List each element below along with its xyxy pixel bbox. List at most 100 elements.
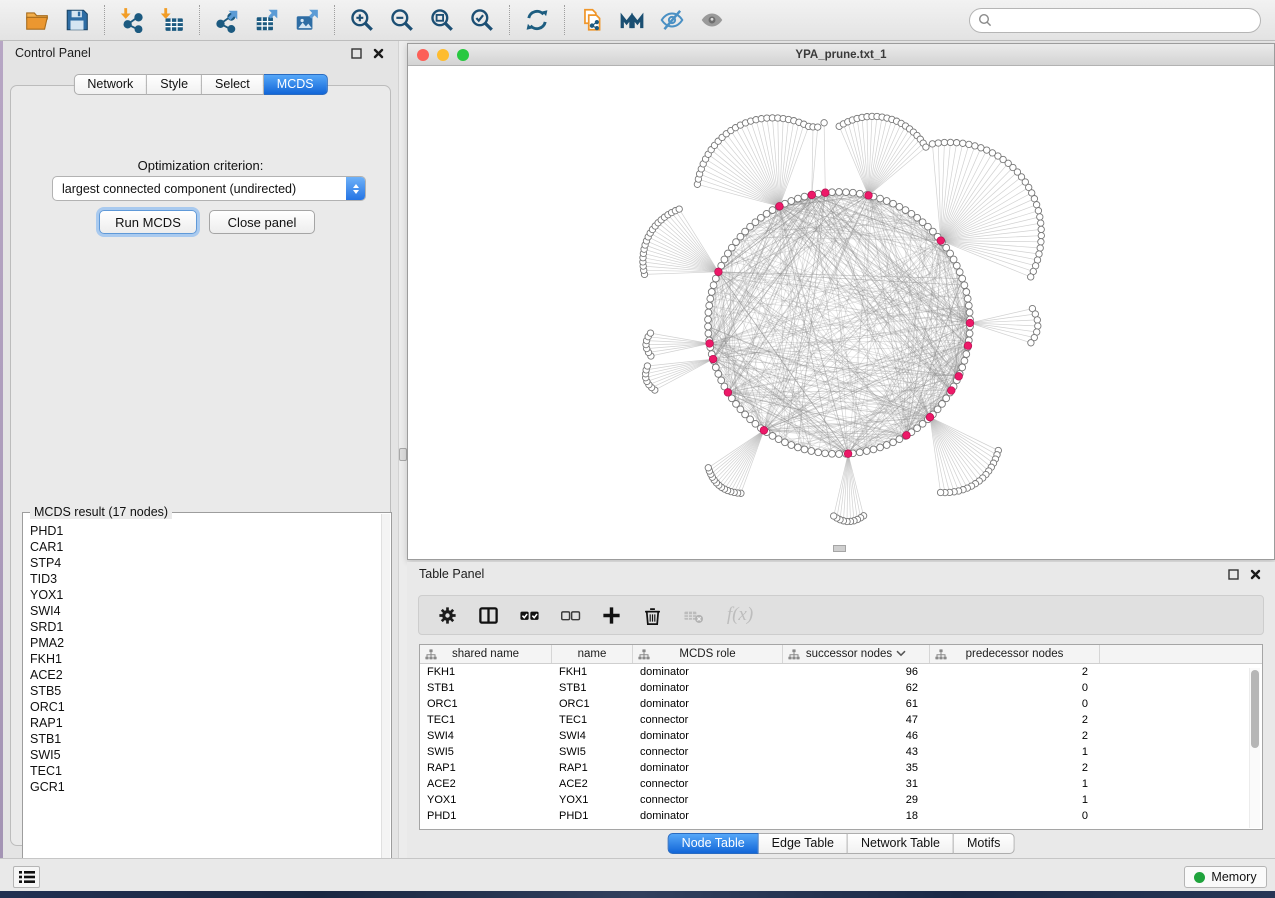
network-leaf-node[interactable] bbox=[1032, 311, 1038, 317]
network-node[interactable] bbox=[896, 436, 903, 443]
network-node[interactable] bbox=[964, 295, 971, 302]
network-leaf-node[interactable] bbox=[1037, 245, 1043, 251]
maximize-window-icon[interactable] bbox=[457, 49, 469, 61]
network-leaf-node[interactable] bbox=[1038, 226, 1044, 232]
column-header-successor-nodes[interactable]: successor nodes bbox=[783, 645, 930, 663]
mcds-result-item[interactable]: CAR1 bbox=[23, 539, 380, 555]
table-row[interactable]: ACE2ACE2connector311 bbox=[420, 776, 1262, 792]
network-node[interactable] bbox=[863, 448, 870, 455]
control-tab-network[interactable]: Network bbox=[73, 74, 147, 95]
column-header-name[interactable]: name bbox=[552, 645, 633, 663]
network-leaf-node[interactable] bbox=[929, 141, 935, 147]
network-leaf-node[interactable] bbox=[923, 144, 929, 150]
network-leaf-node[interactable] bbox=[831, 513, 837, 519]
network-leaf-node[interactable] bbox=[935, 140, 941, 146]
mcds-result-item[interactable]: SRD1 bbox=[23, 619, 380, 635]
network-leaf-node[interactable] bbox=[953, 140, 959, 146]
zoom-selected-icon[interactable] bbox=[467, 5, 497, 35]
network-node[interactable] bbox=[890, 439, 897, 446]
mcds-result-item[interactable]: ORC1 bbox=[23, 699, 380, 715]
network-node[interactable] bbox=[836, 189, 843, 196]
network-node[interactable] bbox=[856, 449, 863, 456]
mcds-hub-node[interactable] bbox=[706, 340, 714, 348]
network-node[interactable] bbox=[961, 282, 968, 289]
network-node[interactable] bbox=[959, 275, 966, 282]
network-node[interactable] bbox=[705, 330, 712, 337]
network-node[interactable] bbox=[843, 189, 850, 196]
network-leaf-node[interactable] bbox=[972, 143, 978, 149]
minimize-window-icon[interactable] bbox=[437, 49, 449, 61]
table-tab-node-table[interactable]: Node Table bbox=[668, 833, 759, 854]
network-node[interactable] bbox=[707, 295, 714, 302]
network-node[interactable] bbox=[966, 309, 973, 316]
network-leaf-node[interactable] bbox=[1035, 323, 1041, 329]
mcds-result-item[interactable]: YOX1 bbox=[23, 587, 380, 603]
mcds-hub-node[interactable] bbox=[709, 355, 717, 363]
network-node[interactable] bbox=[718, 377, 725, 384]
table-row[interactable]: TEC1TEC1connector472 bbox=[420, 712, 1262, 728]
network-leaf-node[interactable] bbox=[705, 465, 711, 471]
mcds-hub-node[interactable] bbox=[903, 432, 911, 440]
mcds-hub-node[interactable] bbox=[926, 413, 934, 421]
network-leaf-node[interactable] bbox=[1031, 196, 1037, 202]
table-row[interactable]: PHD1PHD1dominator180 bbox=[420, 808, 1262, 824]
mcds-hub-node[interactable] bbox=[865, 192, 873, 200]
table-scrollbar-thumb[interactable] bbox=[1251, 670, 1259, 748]
mcds-result-item[interactable]: ACE2 bbox=[23, 667, 380, 683]
network-node[interactable] bbox=[953, 262, 960, 269]
network-node[interactable] bbox=[877, 444, 884, 451]
column-header-MCDS-role[interactable]: MCDS role bbox=[633, 645, 783, 663]
delete-row-icon[interactable] bbox=[640, 603, 664, 627]
network-node[interactable] bbox=[801, 193, 808, 200]
network-node[interactable] bbox=[956, 269, 963, 276]
mcds-result-item[interactable]: PHD1 bbox=[23, 523, 380, 539]
zoom-out-icon[interactable] bbox=[387, 5, 417, 35]
network-leaf-node[interactable] bbox=[1038, 239, 1044, 245]
table-row[interactable]: SWI4SWI4dominator462 bbox=[420, 728, 1262, 744]
close-panel-button[interactable]: Close panel bbox=[209, 210, 315, 234]
network-node[interactable] bbox=[870, 446, 877, 453]
mcds-hub-node[interactable] bbox=[937, 237, 945, 245]
table-tab-network-table[interactable]: Network Table bbox=[848, 833, 954, 854]
mcds-hub-node[interactable] bbox=[844, 450, 852, 458]
network-leaf-node[interactable] bbox=[644, 363, 650, 369]
network-node[interactable] bbox=[801, 446, 808, 453]
mcds-result-item[interactable]: STP4 bbox=[23, 555, 380, 571]
network-node[interactable] bbox=[815, 449, 822, 456]
network-node[interactable] bbox=[710, 282, 717, 289]
control-tab-style[interactable]: Style bbox=[147, 74, 202, 95]
network-node[interactable] bbox=[850, 189, 857, 196]
network-leaf-node[interactable] bbox=[676, 206, 682, 212]
network-leaf-node[interactable] bbox=[966, 141, 972, 147]
network-node[interactable] bbox=[708, 289, 715, 296]
table-scrollbar[interactable] bbox=[1249, 668, 1260, 828]
table-row[interactable]: STB1STB1dominator620 bbox=[420, 680, 1262, 696]
export-network-icon[interactable] bbox=[212, 5, 242, 35]
mcds-result-item[interactable]: SWI5 bbox=[23, 747, 380, 763]
import-table-icon[interactable] bbox=[157, 5, 187, 35]
refresh-view-icon[interactable] bbox=[522, 5, 552, 35]
network-leaf-node[interactable] bbox=[947, 139, 953, 145]
network-node[interactable] bbox=[808, 448, 815, 455]
network-node[interactable] bbox=[890, 200, 897, 207]
control-tab-select[interactable]: Select bbox=[202, 74, 264, 95]
network-node[interactable] bbox=[877, 195, 884, 202]
mcds-hub-node[interactable] bbox=[724, 389, 732, 397]
canvas-scroll-handle[interactable] bbox=[833, 545, 846, 552]
network-node[interactable] bbox=[965, 302, 972, 309]
network-node[interactable] bbox=[705, 316, 712, 323]
mcds-hub-node[interactable] bbox=[964, 342, 972, 350]
mcds-list-scrollbar[interactable] bbox=[381, 514, 390, 882]
network-node[interactable] bbox=[712, 275, 719, 282]
splitter-handle[interactable] bbox=[399, 448, 407, 461]
select-all-icon[interactable] bbox=[517, 603, 541, 627]
network-node[interactable] bbox=[963, 289, 970, 296]
mcds-result-item[interactable]: GCR1 bbox=[23, 779, 380, 795]
column-header-predecessor-nodes[interactable]: predecessor nodes bbox=[930, 645, 1100, 663]
network-node[interactable] bbox=[788, 442, 795, 449]
deselect-all-icon[interactable] bbox=[558, 603, 582, 627]
table-row[interactable]: SWI5SWI5connector431 bbox=[420, 744, 1262, 760]
network-leaf-node[interactable] bbox=[647, 330, 653, 336]
network-node[interactable] bbox=[963, 351, 970, 358]
network-node[interactable] bbox=[705, 309, 712, 316]
